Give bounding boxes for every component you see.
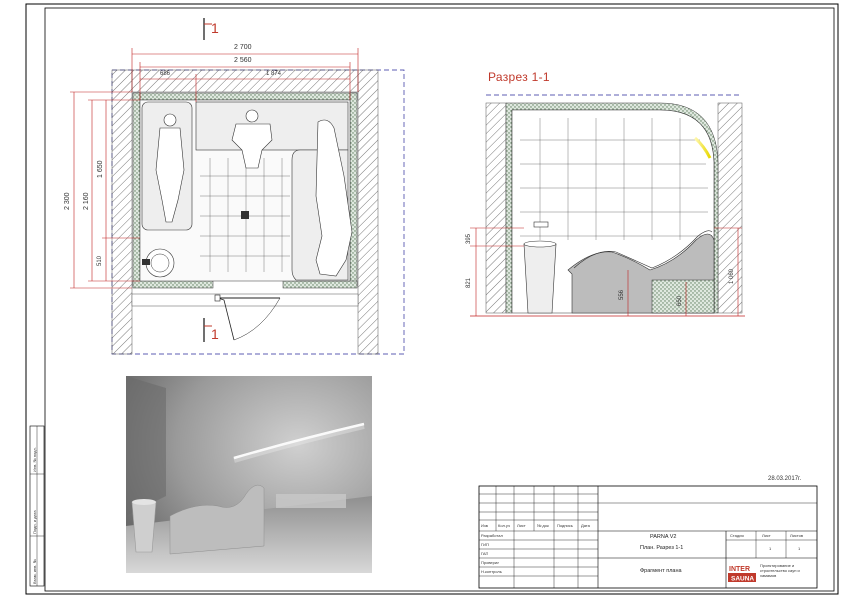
svg-text:SAUNA: SAUNA (731, 576, 754, 583)
dim-back-height: 1 060 (729, 268, 735, 284)
side-label-0: Инв. № подл. (32, 447, 37, 472)
faucet-icon (533, 221, 549, 228)
dim-sink-h2: 821 (466, 277, 472, 288)
tb-header-1: Кол.уч (498, 523, 510, 528)
section-wall-left (485, 102, 507, 314)
sink-plan (145, 248, 175, 278)
tb-header-3: № док (537, 523, 549, 528)
col-stage: Стадия (730, 533, 744, 538)
dim-right-part: 1 874 (266, 71, 282, 77)
tb-role-4: Н.контроль (481, 569, 502, 574)
wall-right (357, 69, 379, 355)
project-name: PARNA V2 (650, 534, 677, 540)
tb-header-0: Изм (481, 523, 489, 528)
tb-role-0: Разработал (481, 533, 503, 538)
intersauna-logo: INTER SAUNA (728, 563, 756, 583)
drawing-type: Фрагмент плана (640, 568, 682, 574)
svg-text:INTER: INTER (729, 566, 750, 573)
dim-sink-h1: 395 (466, 233, 472, 244)
sheet-name: План. Разрез 1-1 (640, 545, 684, 551)
cut-label-bottom: 1 (211, 326, 219, 342)
tb-role-2: ГАП (481, 551, 489, 556)
side-label-2: Взам. инв. № (32, 559, 37, 584)
dim-overall-height: 2 300 (64, 192, 71, 210)
sheet-number: 1 (769, 546, 772, 551)
company-info: Проектирование и строительство саун и ха… (760, 563, 800, 578)
dim-lower-part: 510 (97, 255, 103, 266)
dim-bench-h2: 650 (677, 295, 683, 306)
section-view (470, 94, 745, 317)
tb-header-2: Лист (517, 523, 526, 528)
cut-label-top: 1 (211, 20, 219, 36)
col-sheets: Листов (790, 533, 803, 538)
dim-inner-height: 2 160 (83, 192, 90, 210)
section-title: Разрез 1-1 (488, 70, 550, 84)
drawing-date: 28.03.2017г. (768, 476, 802, 482)
tb-role-1: ГИП (481, 542, 489, 547)
render-preview (126, 376, 372, 573)
dim-bench-h1: 556 (619, 289, 625, 300)
basin-pedestal (523, 243, 557, 314)
tb-header-5: Дата (581, 523, 590, 528)
tb-role-3: Проверил (481, 560, 500, 565)
side-label-1: Подп. и дата (32, 510, 37, 534)
dim-upper-part: 1 650 (97, 160, 104, 178)
wall-left (111, 69, 133, 355)
dim-overall-width: 2 700 (234, 44, 252, 51)
dim-left-part: 686 (160, 71, 171, 77)
sheets-total: 1 (798, 546, 801, 551)
floor-drain-icon (241, 211, 249, 219)
drawing-sheet: INTER SAUNA 1 1 2 700 2 560 686 1 874 2 … (0, 0, 845, 601)
wall-bottom (131, 293, 359, 307)
dim-inner-width: 2 560 (234, 57, 252, 64)
tb-header-4: Подпись (557, 523, 573, 528)
col-sheet: Лист (762, 533, 771, 538)
floor-plan (70, 18, 405, 355)
